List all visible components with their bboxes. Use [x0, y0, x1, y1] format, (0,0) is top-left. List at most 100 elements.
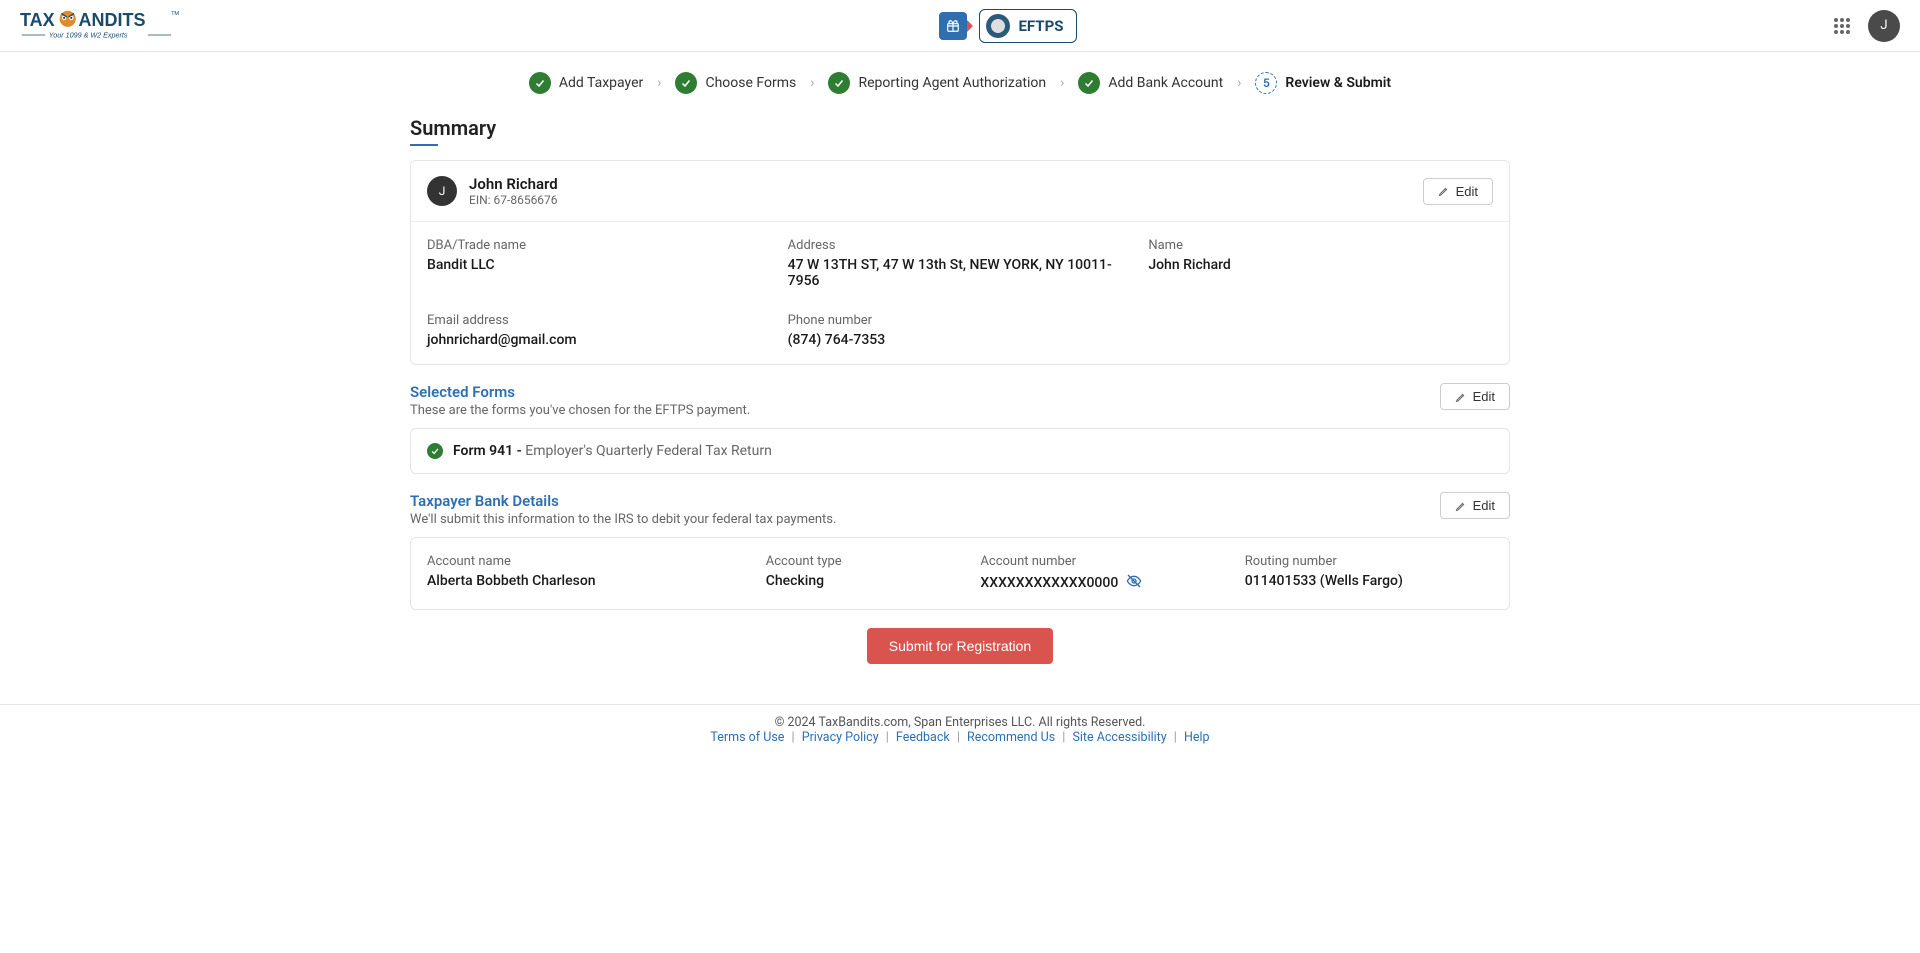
field-label: Account name — [427, 554, 750, 569]
taxpayer-avatar: J — [427, 176, 457, 206]
pencil-icon — [1455, 500, 1467, 512]
field-value: Checking — [766, 573, 965, 589]
apps-menu-icon[interactable] — [1834, 18, 1850, 34]
submit-row: Submit for Registration — [410, 628, 1510, 664]
logo[interactable]: TAX ANDITS TM Your 1099 & W2 Experts — [20, 8, 182, 44]
footer-link-terms[interactable]: Terms of Use — [710, 730, 784, 745]
field-email: Email address johnrichard@gmail.com — [427, 313, 772, 348]
pencil-icon — [1455, 391, 1467, 403]
field-routing-number: Routing number 011401533 (Wells Fargo) — [1245, 554, 1493, 593]
title-underline — [410, 144, 438, 146]
chevron-right-icon: › — [657, 75, 661, 91]
edit-label: Edit — [1473, 498, 1495, 513]
step-choose-forms[interactable]: Choose Forms — [675, 72, 796, 94]
field-label: Account number — [980, 554, 1228, 569]
edit-taxpayer-button[interactable]: Edit — [1423, 178, 1493, 205]
field-account-name: Account name Alberta Bobbeth Charleson — [427, 554, 750, 593]
svg-text:ANDITS: ANDITS — [79, 10, 146, 30]
svg-text:TM: TM — [171, 11, 179, 17]
field-account-number: Account number XXXXXXXXXXXX0000 — [980, 554, 1228, 593]
field-name: Name John Richard — [1148, 238, 1493, 289]
field-value: John Richard — [1148, 257, 1493, 273]
step-reporting-agent[interactable]: Reporting Agent Authorization — [828, 72, 1046, 94]
selected-forms-header: Selected Forms These are the forms you'v… — [410, 383, 1510, 418]
step-label: Reporting Agent Authorization — [858, 75, 1046, 91]
taxpayer-ein: EIN: 67-8656676 — [469, 193, 558, 207]
forms-card: Form 941 - Employer's Quarterly Federal … — [410, 428, 1510, 474]
progress-stepper: Add Taxpayer › Choose Forms › Reporting … — [0, 52, 1920, 106]
user-avatar[interactable]: J — [1868, 10, 1900, 42]
edit-bank-button[interactable]: Edit — [1440, 492, 1510, 519]
step-add-bank[interactable]: Add Bank Account — [1078, 72, 1223, 94]
field-value: (874) 764-7353 — [788, 332, 1133, 348]
form-item: Form 941 - Employer's Quarterly Federal … — [411, 429, 1509, 473]
chevron-right-icon: › — [1237, 75, 1241, 91]
bank-card: Account name Alberta Bobbeth Charleson A… — [410, 537, 1510, 610]
step-label: Add Bank Account — [1108, 75, 1223, 91]
form-code: Form 941 - — [453, 443, 525, 459]
field-dba: DBA/Trade name Bandit LLC — [427, 238, 772, 289]
field-label: Account type — [766, 554, 965, 569]
eye-off-icon[interactable] — [1126, 573, 1142, 593]
field-label: Routing number — [1245, 554, 1493, 569]
footer-copyright: © 2024 TaxBandits.com, Span Enterprises … — [0, 715, 1920, 730]
footer-link-accessibility[interactable]: Site Accessibility — [1072, 730, 1166, 745]
check-icon — [1078, 72, 1100, 94]
form-desc: Employer's Quarterly Federal Tax Return — [525, 443, 772, 459]
footer: © 2024 TaxBandits.com, Span Enterprises … — [0, 704, 1920, 759]
field-value: XXXXXXXXXXXX0000 — [980, 575, 1118, 591]
step-label: Add Taxpayer — [559, 75, 643, 91]
field-value: 47 W 13TH ST, 47 W 13th St, NEW YORK, NY… — [788, 257, 1133, 289]
step-number: 5 — [1255, 72, 1277, 94]
gift-icon[interactable] — [939, 12, 967, 40]
field-address: Address 47 W 13TH ST, 47 W 13th St, NEW … — [788, 238, 1133, 289]
field-value: 011401533 (Wells Fargo) — [1245, 573, 1493, 589]
field-phone: Phone number (874) 764-7353 — [788, 313, 1133, 348]
field-value: johnrichard@gmail.com — [427, 332, 772, 348]
field-value: Bandit LLC — [427, 257, 772, 273]
footer-link-feedback[interactable]: Feedback — [896, 730, 950, 745]
section-title: Taxpayer Bank Details — [410, 492, 836, 510]
taxpayer-name: John Richard — [469, 175, 558, 193]
submit-registration-button[interactable]: Submit for Registration — [867, 628, 1053, 664]
step-add-taxpayer[interactable]: Add Taxpayer — [529, 72, 643, 94]
footer-link-recommend[interactable]: Recommend Us — [967, 730, 1055, 745]
check-icon — [675, 72, 697, 94]
svg-text:TAX: TAX — [20, 10, 55, 30]
pencil-icon — [1438, 185, 1450, 197]
field-label: Address — [788, 238, 1133, 253]
step-label: Choose Forms — [705, 75, 796, 91]
section-title: Selected Forms — [410, 383, 750, 401]
edit-forms-button[interactable]: Edit — [1440, 383, 1510, 410]
header-center: EFTPS — [939, 9, 1076, 43]
field-label: Name — [1148, 238, 1493, 253]
main-container: Summary J John Richard EIN: 67-8656676 E… — [400, 116, 1520, 664]
edit-label: Edit — [1456, 184, 1478, 199]
footer-link-privacy[interactable]: Privacy Policy — [802, 730, 879, 745]
eftps-label: EFTPS — [1018, 17, 1063, 35]
field-label: DBA/Trade name — [427, 238, 772, 253]
eftps-badge[interactable]: EFTPS — [979, 9, 1076, 43]
check-icon — [529, 72, 551, 94]
chevron-right-icon: › — [1060, 75, 1064, 91]
footer-link-help[interactable]: Help — [1184, 730, 1210, 745]
section-subtitle: We'll submit this information to the IRS… — [410, 512, 836, 527]
taxpayer-card-header: J John Richard EIN: 67-8656676 Edit — [411, 161, 1509, 222]
field-label: Phone number — [788, 313, 1133, 328]
svg-text:Your 1099 & W2 Experts: Your 1099 & W2 Experts — [49, 30, 128, 39]
step-review-submit[interactable]: 5 Review & Submit — [1255, 72, 1391, 94]
section-subtitle: These are the forms you've chosen for th… — [410, 403, 750, 418]
field-label: Email address — [427, 313, 772, 328]
taxpayer-card: J John Richard EIN: 67-8656676 Edit DBA/… — [410, 160, 1510, 365]
eftps-seal-icon — [986, 14, 1010, 38]
footer-links: Terms of Use | Privacy Policy | Feedback… — [0, 730, 1920, 745]
bank-details-header: Taxpayer Bank Details We'll submit this … — [410, 492, 1510, 527]
chevron-right-icon: › — [810, 75, 814, 91]
check-icon — [828, 72, 850, 94]
field-account-type: Account type Checking — [766, 554, 965, 593]
step-label: Review & Submit — [1285, 75, 1391, 91]
field-value: Alberta Bobbeth Charleson — [427, 573, 750, 589]
page-title: Summary — [410, 116, 1510, 140]
top-header: TAX ANDITS TM Your 1099 & W2 Experts EFT… — [0, 0, 1920, 52]
check-icon — [427, 443, 443, 459]
